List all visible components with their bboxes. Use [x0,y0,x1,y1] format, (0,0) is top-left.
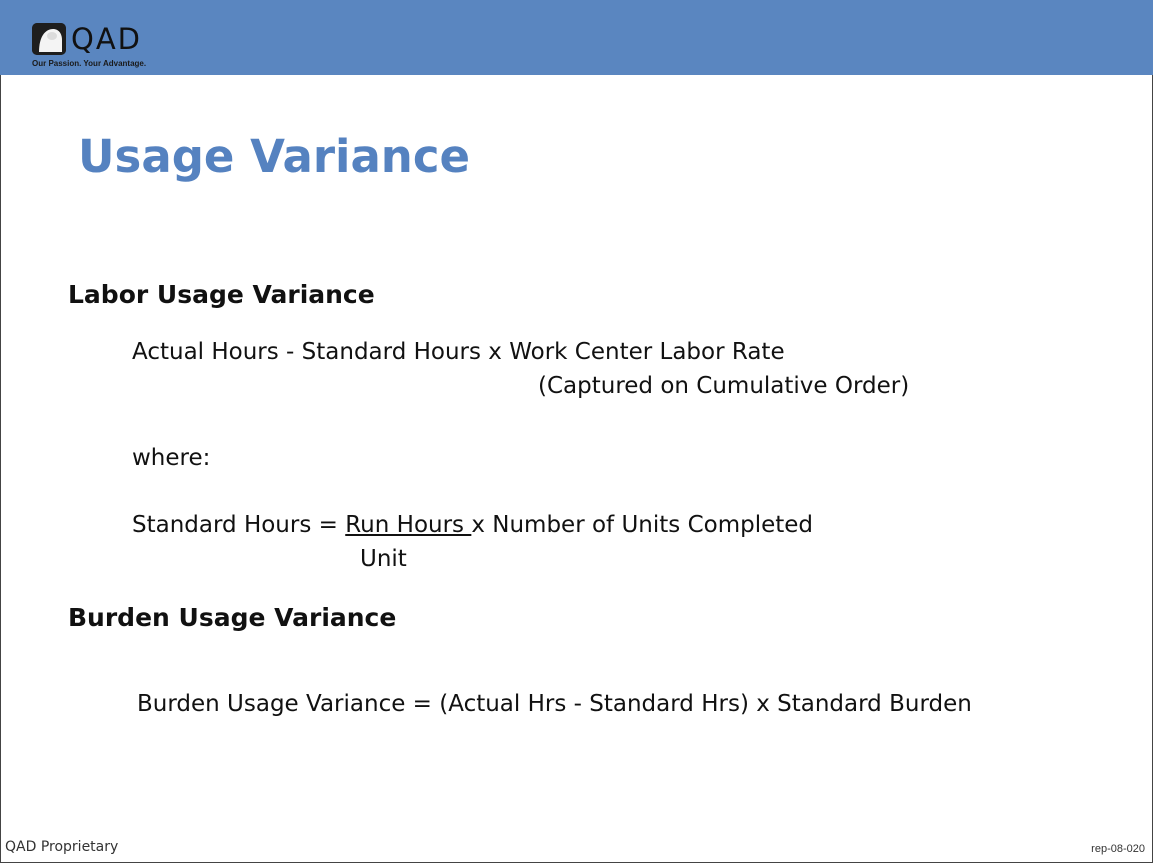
burden-usage-heading: Burden Usage Variance [68,603,397,632]
labor-formula-line2: (Captured on Cumulative Order) [538,373,910,399]
footer-slide-id: rep-08-020 [1091,843,1145,855]
unit-denominator: Unit [360,546,407,572]
header-bar: QAD Our Passion. Your Advantage. [0,0,1153,75]
qad-logo-mark-icon [32,23,66,55]
footer-proprietary: QAD Proprietary [5,839,119,855]
burden-formula: Burden Usage Variance = (Actual Hrs - St… [137,691,972,717]
standard-hours-prefix: Standard Hours = [132,512,346,538]
page-title: Usage Variance [78,130,471,183]
logo-tagline: Our Passion. Your Advantage. [32,59,147,68]
qad-logo: QAD Our Passion. Your Advantage. [32,23,146,68]
labor-usage-heading: Labor Usage Variance [68,280,375,309]
standard-hours-suffix: x Number of Units Completed [471,512,814,538]
labor-formula-line1: Actual Hours - Standard Hours x Work Cen… [132,339,785,365]
logo-wordmark: QAD [71,22,142,56]
standard-hours-formula: Standard Hours = Run Hours x Number of U… [132,512,813,538]
run-hours-numerator: Run Hours [345,512,472,538]
where-label: where: [132,445,211,471]
